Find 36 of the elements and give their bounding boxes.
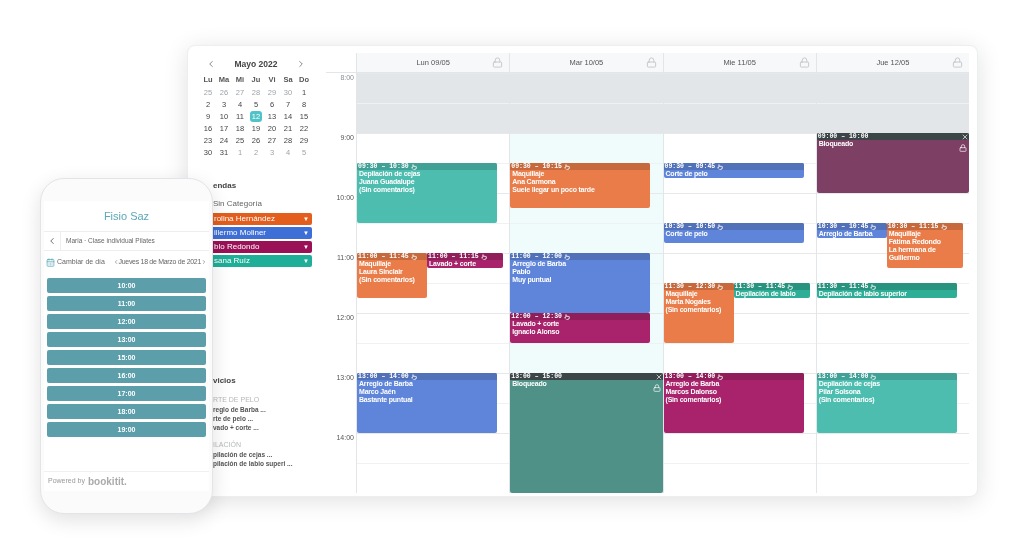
section-title: vicios	[213, 375, 237, 387]
agenda-option[interactable]: Sin Categoría	[213, 198, 312, 210]
lock-icon	[959, 144, 967, 152]
close-icon[interactable]	[961, 133, 969, 141]
hand-icon	[563, 253, 570, 260]
calendar-icon[interactable]	[46, 257, 55, 267]
lock-icon[interactable]	[645, 57, 657, 68]
hand-icon	[563, 313, 570, 320]
hand-icon	[717, 223, 724, 230]
brand-logo: bookitit.	[87, 475, 127, 489]
previous-month-icon[interactable]	[206, 59, 216, 69]
month-title: Mayo 2022	[234, 57, 278, 71]
hand-icon	[870, 373, 877, 380]
lock-icon[interactable]	[798, 57, 810, 68]
close-icon[interactable]	[654, 373, 663, 381]
section-title: endas	[213, 180, 238, 192]
hand-icon	[870, 283, 877, 290]
lock-icon[interactable]	[952, 57, 963, 68]
hand-icon	[480, 253, 487, 260]
lock-icon	[652, 384, 661, 392]
hand-icon	[717, 283, 724, 290]
previous-day-icon[interactable]	[112, 259, 119, 265]
hand-icon	[870, 223, 877, 230]
hand-icon	[940, 223, 947, 230]
hand-icon	[787, 283, 794, 290]
back-icon[interactable]	[47, 236, 57, 246]
hand-icon	[410, 163, 417, 170]
next-day-icon[interactable]	[201, 259, 207, 265]
hand-icon	[563, 163, 570, 170]
lock-icon[interactable]	[492, 57, 504, 68]
hand-icon	[717, 163, 724, 170]
hand-icon	[410, 373, 417, 380]
hand-icon	[410, 253, 417, 260]
next-month-icon[interactable]	[296, 59, 306, 69]
hand-icon	[717, 373, 724, 380]
business-title: Fisio Saz	[102, 209, 151, 223]
